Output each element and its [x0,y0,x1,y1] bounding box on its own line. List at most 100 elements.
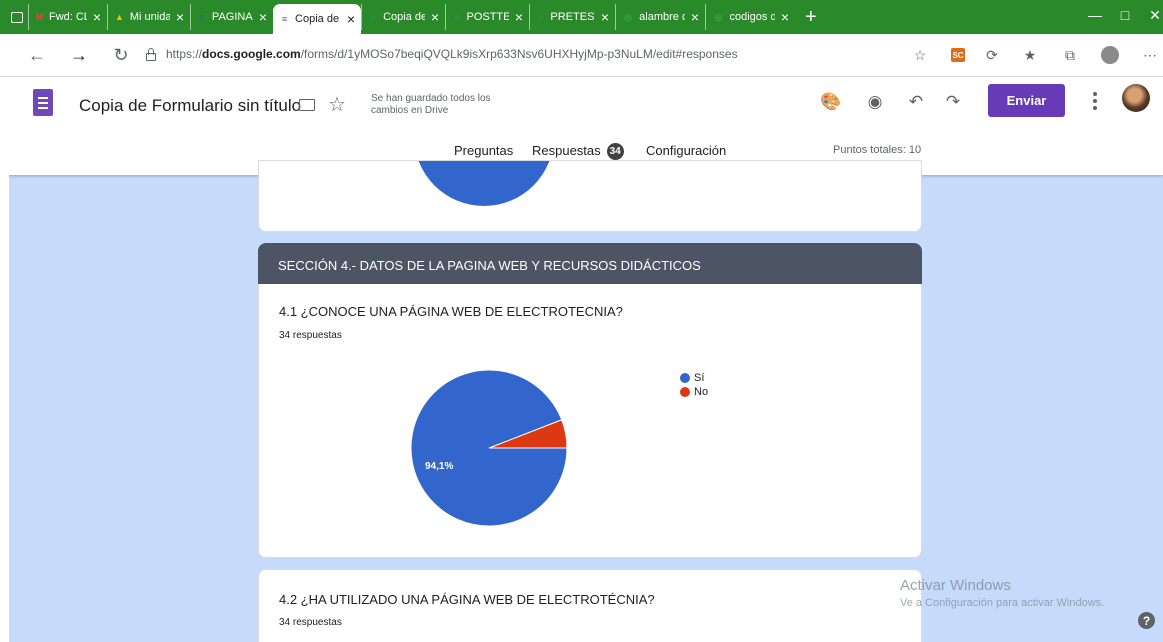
browser-menu-icon[interactable]: ⋯ [1140,42,1160,68]
legend-label: No [694,386,709,398]
browser-tab[interactable]: ≡ Copia de F × [273,4,361,34]
palette-icon[interactable]: 🎨 [818,89,844,115]
activate-windows-title: Activar Windows [900,577,1011,594]
browser-tab-label: PAGINA W [211,11,253,23]
activate-windows-subtitle: Ve a Configuración para activar Windows. [900,597,1105,609]
left-strip [0,175,9,642]
web-icon: ◎ [624,11,632,22]
legend-item[interactable]: Sí [680,371,708,385]
tab-settings[interactable]: Configuración [646,143,726,158]
favorites-icon[interactable]: ★ [1018,42,1042,68]
close-tab-icon[interactable]: × [691,10,699,24]
close-tab-icon[interactable]: × [259,10,267,24]
close-tab-icon[interactable]: × [601,10,609,24]
forms-icon: ≡ [281,14,288,24]
responses-count: 34 respuestas [279,330,342,341]
browser-tab-label: alambre d [639,11,685,23]
pie-slice-si[interactable] [410,369,568,527]
gmail-icon: M [35,12,44,22]
tab-list: M Fwd: CLAV × ▲ Mi unidad × ≡ PAGINA W × ≡ Copia d… [28,0,795,34]
browser-tab[interactable]: ≡ PAGINA W × [190,4,273,30]
extensions-icon[interactable]: ⟳ [980,42,1004,68]
avatar[interactable] [1122,84,1150,112]
form-title[interactable]: Copia de Formulario sin título [79,96,301,116]
close-tab-icon[interactable]: × [781,10,789,24]
reload-icon[interactable]: ↻ [106,40,136,70]
browser-tab-label: Fwd: CLAV [48,11,87,23]
redo-icon[interactable]: ↷ [940,89,966,115]
help-icon[interactable]: ? [1138,612,1155,629]
browser-tab[interactable]: M Fwd: CLAV × [28,4,107,30]
web-icon: ◎ [714,11,723,22]
sc-badge: SC [951,48,965,62]
profile-icon[interactable] [1098,42,1122,68]
browser-tab-label: codigos d [729,11,775,23]
collections-icon[interactable]: ⧉ [1058,42,1082,68]
close-tab-icon[interactable]: × [347,12,355,26]
close-tab-icon[interactable]: × [515,10,523,24]
chart-legend: Sí No [680,371,708,399]
browser-tab-strip: M Fwd: CLAV × ▲ Mi unidad × ≡ PAGINA W × ≡ Copia d… [0,0,1163,34]
forward-icon[interactable]: → [64,40,94,70]
read-aloud-icon[interactable]: ☆ [908,42,932,68]
sheets-icon: + [370,12,376,22]
pie-chart: 94,1% [410,369,568,527]
browser-tab-label: Copia de F [383,11,425,23]
close-window-icon[interactable]: ✕ [1140,0,1163,30]
more-options-icon[interactable] [1088,90,1102,112]
responses-count-badge: 34 [606,143,624,160]
preview-eye-icon[interactable]: ◉ [862,89,888,115]
address-bar[interactable]: https://docs.google.com/forms/d/1yMOSo7b… [144,40,870,68]
drive-icon: ▲ [114,12,124,22]
browser-tab[interactable]: + Copia de F × [361,4,445,30]
question-card: 4.1 ¿CONOCE UNA PÁGINA WEB DE ELECTROTEC… [258,284,922,558]
tab-questions[interactable]: Preguntas [454,143,513,158]
browser-tab[interactable]: + PRETEST C × [529,4,615,30]
previous-pie-chart [414,161,554,206]
question-title: 4.1 ¿CONOCE UNA PÁGINA WEB DE ELECTROTEC… [279,304,623,319]
legend-dot-icon [680,373,690,383]
folder-icon[interactable] [299,99,315,111]
url-host: docs.google.com [202,47,301,61]
save-status: Se han guardado todos los cambios en Dri… [371,93,491,116]
close-tab-icon[interactable]: × [93,10,101,24]
new-tab-icon[interactable]: + [795,7,827,27]
maximize-icon[interactable]: □ [1110,0,1140,30]
legend-label: Sí [694,372,705,384]
browser-toolbar: ← → ↻ https://docs.google.com/forms/d/1y… [0,34,1163,77]
browser-tab[interactable]: ◎ alambre d × [615,4,705,30]
browser-tab-label: Copia de F [295,13,341,25]
browser-tab[interactable]: ◎ codigos d × [705,4,795,30]
question-card: 4.2 ¿HA UTILIZADO UNA PÁGINA WEB DE ELEC… [258,569,922,642]
browser-tab[interactable]: ▲ Mi unidad × [107,4,190,30]
send-button[interactable]: Enviar [988,84,1065,117]
close-tab-icon[interactable]: × [431,10,439,24]
lock-icon [144,47,158,61]
forms-logo-icon[interactable] [33,89,53,116]
extension-sc-icon[interactable]: SC [946,42,970,68]
browser-tab-label: Mi unidad [129,11,170,23]
tab-responses[interactable]: Respuestas 34 [532,143,624,160]
tab-questions-label: Preguntas [454,143,514,158]
undo-icon[interactable]: ↶ [903,89,929,115]
pie-data-label: 94,1% [425,461,453,472]
url-prefix: https:// [166,47,203,61]
star-icon[interactable]: ☆ [328,92,346,117]
minimize-icon[interactable]: — [1080,0,1110,30]
sheets-icon: + [454,12,460,22]
browser-tab[interactable]: + POSTTEST × [445,4,529,30]
legend-dot-icon [680,387,690,397]
browser-tab-label: PRETEST C [550,11,595,23]
back-icon[interactable]: ← [22,40,52,70]
sheets-icon: + [538,12,544,22]
close-tab-icon[interactable]: × [176,10,184,24]
browser-tab-label: POSTTEST [466,11,509,23]
tab-actions-icon[interactable] [6,6,28,28]
responses-count: 34 respuestas [279,617,342,628]
previous-question-card [258,160,922,232]
section-header: SECCIÓN 4.- DATOS DE LA PAGINA WEB Y REC… [258,243,922,285]
question-title: 4.2 ¿HA UTILIZADO UNA PÁGINA WEB DE ELEC… [279,592,655,607]
url-path: /forms/d/1yMOSo7beqiQVQLk9isXrp633Nsv6UH… [300,47,738,61]
tab-responses-label: Respuestas [532,143,601,158]
legend-item[interactable]: No [680,385,708,399]
